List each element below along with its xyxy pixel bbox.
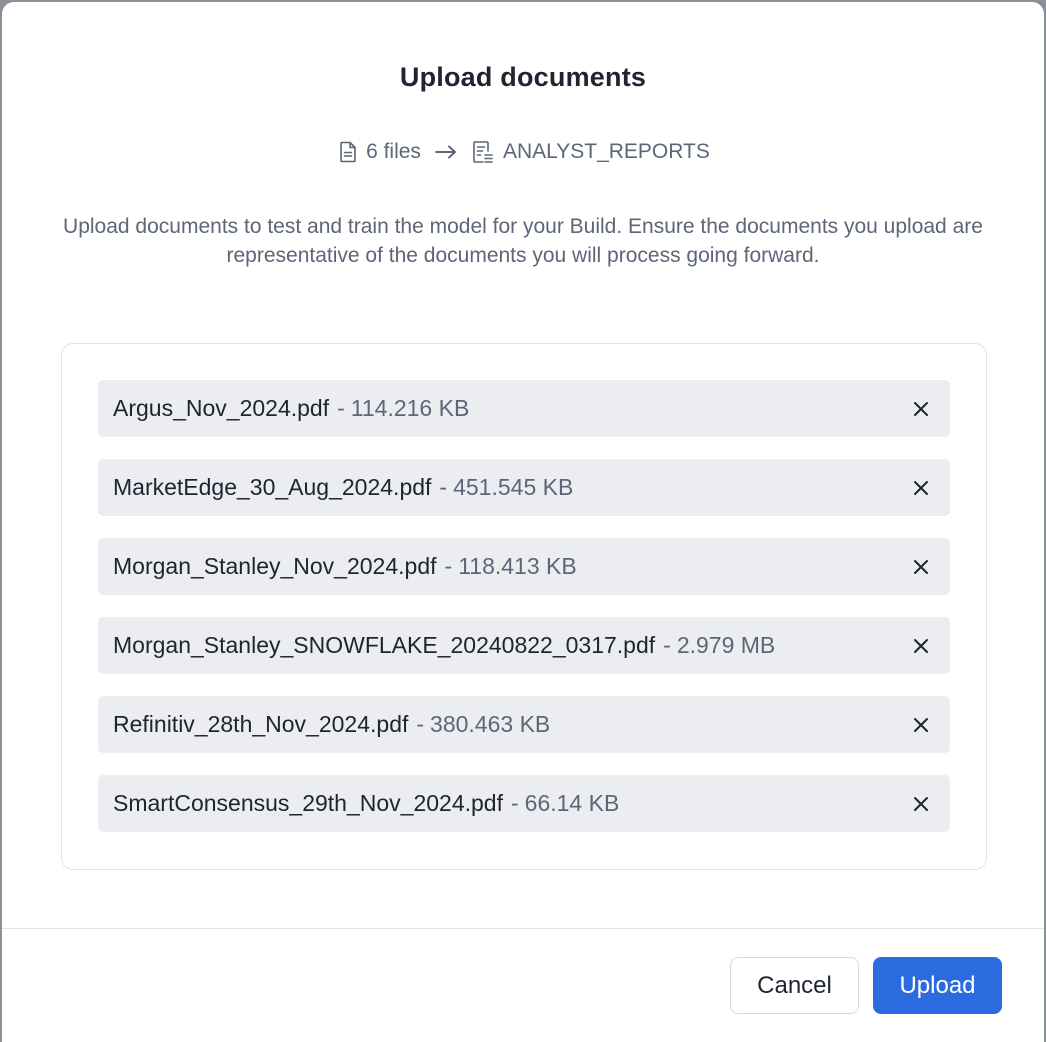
remove-file-button[interactable] xyxy=(911,478,931,498)
file-name: SmartConsensus_29th_Nov_2024.pdf xyxy=(113,790,503,816)
upload-documents-dialog: Upload documents 6 files ANALYST_REPORTS xyxy=(2,2,1044,1042)
dialog-title: Upload documents xyxy=(399,62,647,92)
destination-name: ANALYST_REPORTS xyxy=(502,140,710,163)
file-list-item: MarketEdge_30_Aug_2024.pdf -451.545 KB xyxy=(98,459,950,516)
file-name: Argus_Nov_2024.pdf xyxy=(113,395,330,421)
file-size: -114.216 KB xyxy=(337,395,470,421)
file-list: Argus_Nov_2024.pdf -114.216 KB MarketEdg… xyxy=(61,343,987,870)
file-list-item: SmartConsensus_29th_Nov_2024.pdf -66.14 … xyxy=(98,775,950,832)
close-icon xyxy=(914,560,928,574)
close-icon xyxy=(914,718,928,732)
remove-file-button[interactable] xyxy=(911,557,931,577)
dialog-description: Upload documents to test and train the m… xyxy=(63,215,983,267)
file-size: -66.14 KB xyxy=(510,790,620,816)
file-count: 6 files xyxy=(366,140,421,163)
file-name: Morgan_Stanley_Nov_2024.pdf xyxy=(113,553,437,579)
file-size: -451.545 KB xyxy=(439,474,574,500)
file-name: MarketEdge_30_Aug_2024.pdf xyxy=(113,474,432,500)
file-name: Morgan_Stanley_SNOWFLAKE_20240822_0317.p… xyxy=(113,632,656,658)
remove-file-button[interactable] xyxy=(911,399,931,419)
close-icon xyxy=(914,797,928,811)
footer-divider xyxy=(2,928,1044,929)
close-icon xyxy=(914,481,928,495)
upload-summary: 6 files ANALYST_REPORTS xyxy=(2,140,1044,164)
file-list-item: Morgan_Stanley_SNOWFLAKE_20240822_0317.p… xyxy=(98,617,950,674)
remove-file-button[interactable] xyxy=(911,715,931,735)
file-list-item: Argus_Nov_2024.pdf -114.216 KB xyxy=(98,380,950,437)
file-size: -118.413 KB xyxy=(444,553,577,579)
close-icon xyxy=(914,639,928,653)
file-list-item: Morgan_Stanley_Nov_2024.pdf -118.413 KB xyxy=(98,538,950,595)
arrow-right-icon xyxy=(435,145,457,159)
cancel-button[interactable]: Cancel xyxy=(730,957,859,1014)
document-list-icon xyxy=(471,140,495,164)
file-list-item: Refinitiv_28th_Nov_2024.pdf -380.463 KB xyxy=(98,696,950,753)
file-name: Refinitiv_28th_Nov_2024.pdf xyxy=(113,711,409,737)
file-size: -380.463 KB xyxy=(416,711,551,737)
remove-file-button[interactable] xyxy=(911,636,931,656)
upload-button[interactable]: Upload xyxy=(873,957,1002,1014)
file-icon xyxy=(336,140,360,164)
file-size: -2.979 MB xyxy=(663,632,776,658)
close-icon xyxy=(914,402,928,416)
remove-file-button[interactable] xyxy=(911,794,931,814)
